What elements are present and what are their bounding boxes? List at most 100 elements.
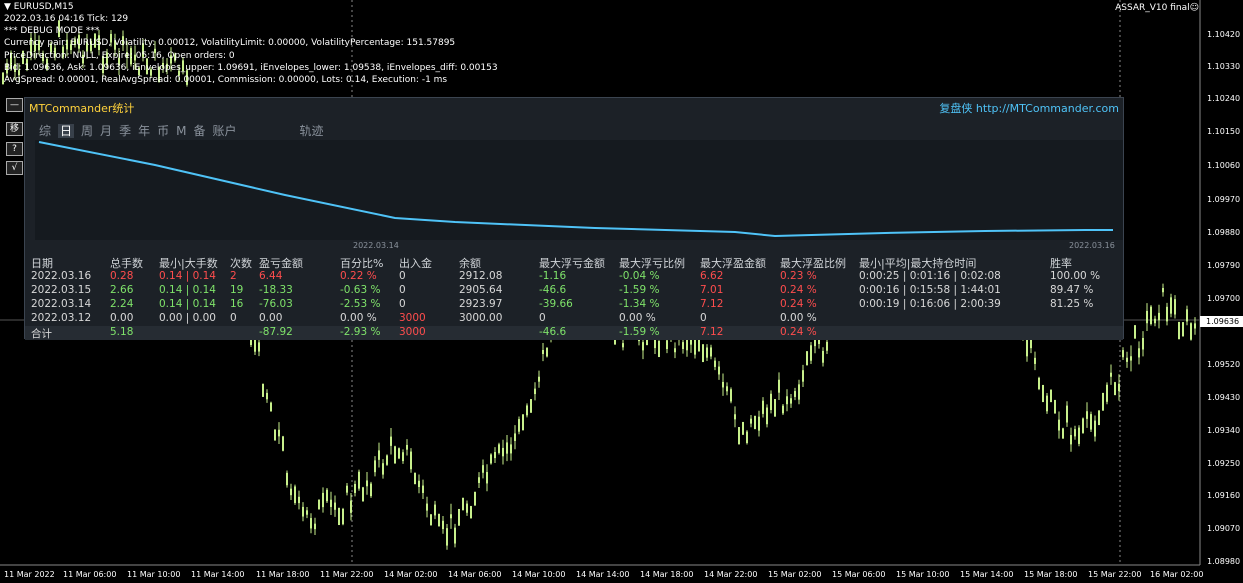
panel-tabs: 综日周月季年币 M 备账户 轨迹 bbox=[39, 122, 331, 139]
side-button-2[interactable]: ? bbox=[6, 142, 23, 156]
time-tick: 15 Mar 10:00 bbox=[896, 570, 950, 579]
price-tick: 1.09070 bbox=[1207, 524, 1241, 533]
table-cell: 0:00:25 | 0:01:16 | 0:02:08 bbox=[859, 270, 1001, 282]
tab-10[interactable]: 轨迹 bbox=[300, 124, 324, 138]
table-cell: 7.12 bbox=[700, 298, 724, 310]
table-cell: -1.59 % bbox=[619, 284, 660, 296]
panel-title: MTCommander统计 bbox=[29, 102, 135, 115]
info-price-direction: PriceDirection: NULL, Expire: 05:16, Ope… bbox=[4, 51, 235, 61]
table-cell: 0.14 | 0.14 bbox=[159, 270, 216, 282]
table-cell: 0.14 | 0.14 bbox=[159, 298, 216, 310]
table-cell: 0 bbox=[700, 312, 707, 324]
current-price-label: 1.09636 bbox=[1200, 316, 1243, 327]
tab-9[interactable]: 账户 bbox=[212, 124, 236, 138]
side-button-3[interactable]: √ bbox=[6, 161, 23, 175]
table-cell: -1.16 bbox=[539, 270, 567, 282]
table-cell: 3000 bbox=[399, 326, 426, 338]
table-cell: 0.14 | 0.14 bbox=[159, 284, 216, 296]
table-cell: -76.03 bbox=[259, 298, 293, 310]
table-cell: 0 bbox=[539, 312, 546, 324]
tab-5[interactable]: 年 bbox=[138, 124, 150, 138]
table-cell: 81.25 % bbox=[1050, 298, 1094, 310]
table-cell: 2923.97 bbox=[459, 298, 503, 310]
table-cell: 2912.08 bbox=[459, 270, 503, 282]
price-tick: 1.09790 bbox=[1207, 261, 1241, 270]
table-cell: 0.00 % bbox=[619, 312, 656, 324]
tab-0[interactable]: 综 bbox=[39, 124, 51, 138]
table-cell: 0 bbox=[230, 312, 237, 324]
time-tick: 16 Mar 02:00 bbox=[1150, 570, 1204, 579]
table-cell: 5.18 bbox=[110, 326, 134, 338]
table-cell: 最大浮盈金额 bbox=[700, 257, 766, 270]
table-cell: 0.24 % bbox=[780, 326, 817, 338]
price-tick: 1.10060 bbox=[1207, 161, 1241, 170]
table-cell: 19 bbox=[230, 284, 244, 296]
tab-2[interactable]: 周 bbox=[81, 124, 93, 138]
table-cell: 最小|大手数 bbox=[159, 257, 218, 270]
time-tick: 14 Mar 02:00 bbox=[384, 570, 438, 579]
table-cell: 2022.03.12 bbox=[31, 312, 92, 324]
tab-1[interactable]: 日 bbox=[58, 124, 75, 138]
chart-symbol: ▼ EURUSD,M15 bbox=[4, 2, 74, 12]
table-cell: 0.00 % bbox=[780, 312, 817, 324]
tab-3[interactable]: 月 bbox=[100, 124, 112, 138]
table-cell: -0.63 % bbox=[340, 284, 381, 296]
table-cell: 0 bbox=[399, 270, 406, 282]
panel-link[interactable]: 复盘侠 http://MTCommander.com bbox=[939, 100, 1119, 116]
table-cell: 2 bbox=[230, 270, 237, 282]
table-cell: 总手数 bbox=[110, 257, 143, 270]
time-tick: 14 Mar 06:00 bbox=[448, 570, 502, 579]
table-cell: 0.24 % bbox=[780, 284, 817, 296]
time-tick: 14 Mar 18:00 bbox=[640, 570, 694, 579]
tab-4[interactable]: 季 bbox=[119, 124, 131, 138]
link-label: 复盘侠 bbox=[939, 102, 973, 115]
tab-8[interactable]: 备 bbox=[193, 124, 205, 138]
table-cell: 0 bbox=[399, 284, 406, 296]
table-cell: -46.6 bbox=[539, 284, 567, 296]
link-url[interactable]: http://MTCommander.com bbox=[976, 102, 1119, 115]
table-cell: 2905.64 bbox=[459, 284, 503, 296]
table-cell: 7.12 bbox=[700, 326, 724, 338]
table-cell: 余额 bbox=[459, 257, 481, 270]
time-tick: 11 Mar 22:00 bbox=[320, 570, 374, 579]
time-tick: 15 Mar 14:00 bbox=[960, 570, 1014, 579]
table-cell: -2.53 % bbox=[340, 298, 381, 310]
chart-time-tick: 2022.03.16 04:16 Tick: 129 bbox=[4, 14, 129, 24]
table-row: 2022.03.15 2.66 0.14 | 0.14 19 -18.33 -0.63 %… bbox=[25, 284, 1123, 298]
table-cell: 百分比% bbox=[340, 257, 384, 270]
price-tick: 1.09970 bbox=[1207, 195, 1241, 204]
table-cell: -0.04 % bbox=[619, 270, 660, 282]
table-cell: 合计 bbox=[31, 328, 52, 340]
table-cell: -2.93 % bbox=[340, 326, 381, 338]
time-tick: 14 Mar 10:00 bbox=[512, 570, 566, 579]
table-cell: 2022.03.14 bbox=[31, 298, 92, 310]
tab-7[interactable]: M bbox=[176, 124, 186, 138]
side-button-0[interactable]: — bbox=[6, 98, 23, 112]
time-tick: 11 Mar 10:00 bbox=[127, 570, 181, 579]
stats-panel: MTCommander统计 复盘侠 http://MTCommander.com… bbox=[24, 97, 1124, 340]
table-cell: 最大浮盈比例 bbox=[780, 257, 846, 270]
table-row: 2022.03.12 0.00 0.00 | 0.00 0 0.00 0.00 % 3000… bbox=[25, 312, 1123, 326]
table-row: 2022.03.16 0.28 0.14 | 0.14 2 6.44 0.22 % 0 291… bbox=[25, 270, 1123, 284]
table-cell: 出入金 bbox=[399, 257, 432, 270]
tab-6[interactable]: 币 bbox=[157, 124, 169, 138]
info-currency: Currency pair: EURUSD, Volatility: 0.000… bbox=[4, 38, 456, 48]
table-cell: 2.24 bbox=[110, 298, 134, 310]
price-tick: 1.09880 bbox=[1207, 228, 1241, 237]
time-tick: 11 Mar 18:00 bbox=[256, 570, 310, 579]
price-tick: 1.09520 bbox=[1207, 360, 1241, 369]
table-cell: 0.28 bbox=[110, 270, 134, 282]
info-spread: AvgSpread: 0.00001, RealAvgSpread: 0.000… bbox=[4, 75, 448, 85]
side-button-1[interactable]: 移 bbox=[6, 122, 23, 136]
table-cell: 0.23 % bbox=[780, 270, 817, 282]
table-cell: 2.66 bbox=[110, 284, 134, 296]
time-tick: 11 Mar 14:00 bbox=[191, 570, 245, 579]
price-tick: 1.09700 bbox=[1207, 294, 1241, 303]
table-total-row: 合计 5.18 -87.92 -2.93 % 3000 -46.6 -1.59 % 7.12 0… bbox=[25, 326, 1123, 340]
table-cell: 0 bbox=[399, 298, 406, 310]
price-tick: 1.10150 bbox=[1207, 127, 1241, 136]
table-cell: 0.00 | 0.00 bbox=[159, 312, 216, 324]
table-cell: -1.59 % bbox=[619, 326, 660, 338]
price-tick: 1.10420 bbox=[1207, 30, 1241, 39]
expert-advisor-name[interactable]: ASSAR_V10 final☺ bbox=[1115, 3, 1199, 13]
